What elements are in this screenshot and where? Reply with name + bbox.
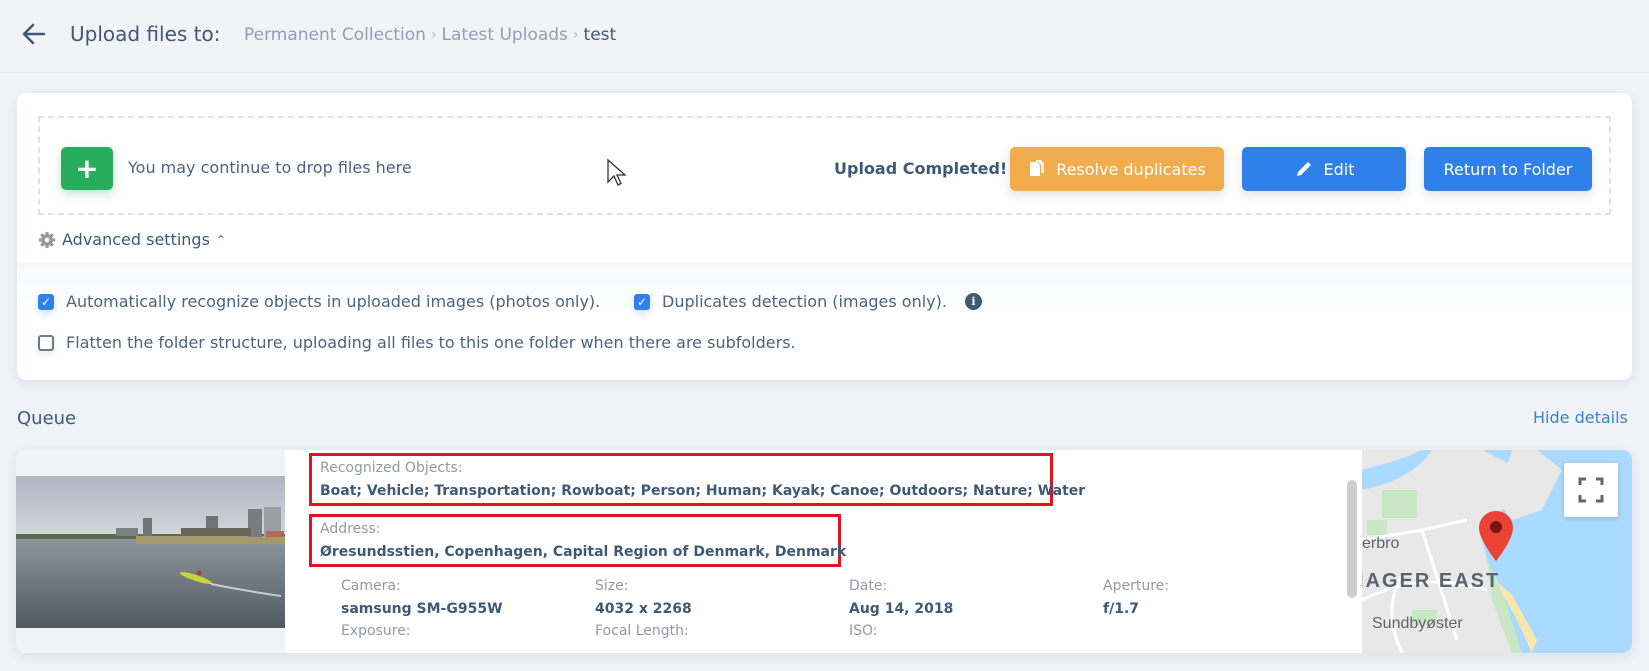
pencil-icon (1296, 162, 1311, 176)
map-label: Sundbyøster (1372, 615, 1463, 632)
address-label: Address: (320, 521, 381, 537)
page-title: Upload files to: (70, 22, 221, 46)
plus-icon: + (75, 152, 99, 185)
edit-label: Edit (1323, 159, 1355, 179)
return-to-folder-button[interactable]: Return to Folder (1424, 147, 1592, 191)
queue-heading: Queue (17, 408, 77, 429)
upload-status: Upload Completed! (834, 159, 1008, 178)
queue-item: Recognized Objects: Boat; Vehicle; Trans… (16, 450, 1632, 653)
size-label: Size: (595, 578, 629, 594)
hide-details-link[interactable]: Hide details (1533, 408, 1628, 427)
file-details: Recognized Objects: Boat; Vehicle; Trans… (285, 450, 1362, 653)
edit-button[interactable]: Edit (1242, 147, 1406, 191)
info-icon[interactable]: i (964, 293, 982, 310)
advanced-settings-label: Advanced settings (62, 230, 210, 249)
address-value: Øresundsstien, Copenhagen, Capital Regio… (320, 544, 847, 560)
mouse-cursor-icon (607, 158, 627, 186)
exposure-label: Exposure: (341, 623, 411, 639)
aperture-value: f/1.7 (1103, 601, 1140, 617)
flatten-folders-checkbox[interactable] (38, 334, 54, 351)
map-label: erbro (1362, 535, 1400, 552)
camera-label: Camera: (341, 578, 401, 594)
upload-panel: + You may continue to drop files here Up… (17, 93, 1632, 380)
iso-label: ISO: (849, 623, 878, 639)
add-files-button[interactable]: + (61, 147, 113, 190)
return-to-folder-label: Return to Folder (1443, 159, 1573, 179)
size-value: 4032 x 2268 (595, 601, 692, 617)
recognized-objects-label: Recognized Objects: (320, 460, 463, 476)
chevron-up-icon: ⌃ (215, 232, 226, 247)
option-recognize-objects[interactable]: ✓ Automatically recognize objects in upl… (38, 292, 600, 311)
camera-value: samsung SM-G955W (341, 601, 503, 617)
breadcrumb-item[interactable]: Permanent Collection (244, 25, 426, 45)
option-label: Flatten the folder structure, uploading … (66, 333, 796, 352)
advanced-settings-panel: ✓ Automatically recognize objects in upl… (17, 263, 1632, 380)
fullscreen-icon (1578, 477, 1604, 503)
advanced-settings-toggle[interactable]: Advanced settings ⌃ (38, 230, 226, 249)
recognized-objects-value: Boat; Vehicle; Transportation; Rowboat; … (320, 483, 1086, 499)
location-map[interactable]: erbro IAGER EAST Sundbyøster (1362, 450, 1632, 653)
drop-zone[interactable]: + You may continue to drop files here Up… (38, 116, 1611, 215)
recognize-objects-checkbox[interactable]: ✓ (38, 293, 54, 310)
option-label: Duplicates detection (images only). (662, 292, 947, 311)
map-label: IAGER EAST (1362, 570, 1501, 592)
option-flatten-folders[interactable]: Flatten the folder structure, uploading … (38, 333, 796, 352)
date-value: Aug 14, 2018 (849, 601, 954, 617)
map-pin-icon[interactable] (1478, 510, 1514, 562)
top-bar: Upload files to: Permanent Collection › … (0, 0, 1649, 73)
resolve-duplicates-button[interactable]: Resolve duplicates (1010, 147, 1224, 191)
back-arrow-icon[interactable] (20, 20, 48, 48)
option-duplicates-detection[interactable]: ✓ Duplicates detection (images only). i (634, 292, 982, 311)
breadcrumb: Permanent Collection › Latest Uploads › … (244, 25, 616, 45)
breadcrumb-current: test (583, 25, 617, 45)
gear-icon (38, 231, 56, 248)
option-label: Automatically recognize objects in uploa… (66, 292, 601, 311)
focal-length-label: Focal Length: (595, 623, 689, 639)
aperture-label: Aperture: (1103, 578, 1169, 594)
thumbnail-container (16, 450, 285, 653)
breadcrumb-item[interactable]: Latest Uploads (442, 25, 568, 45)
date-label: Date: (849, 578, 888, 594)
copy-icon (1030, 160, 1045, 176)
duplicates-detection-checkbox[interactable]: ✓ (634, 293, 650, 310)
fullscreen-button[interactable] (1564, 463, 1618, 517)
photo-thumbnail[interactable] (16, 476, 285, 628)
drop-hint: You may continue to drop files here (128, 158, 412, 177)
details-scrollbar[interactable] (1347, 480, 1357, 598)
resolve-duplicates-label: Resolve duplicates (1056, 159, 1206, 179)
chevron-right-icon: › (430, 27, 437, 43)
chevron-right-icon: › (572, 27, 579, 43)
